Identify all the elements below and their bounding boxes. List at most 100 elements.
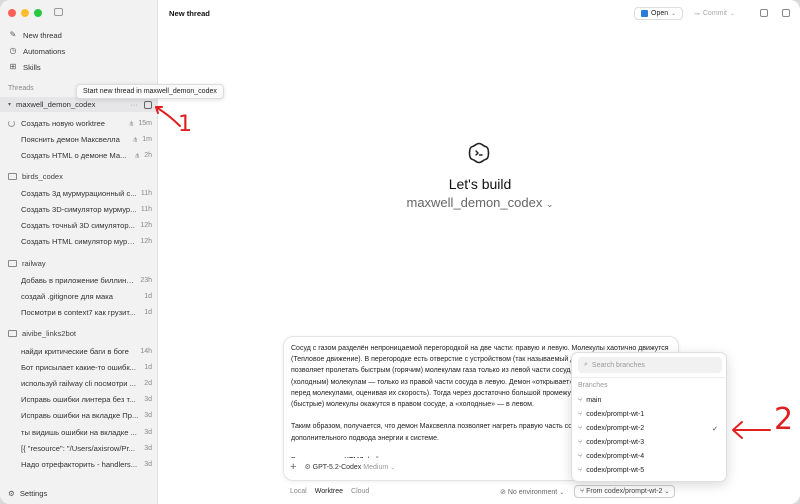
composer-toolbar: + ⚙ GPT-5.2-Codex Medium ⌄ — [290, 461, 395, 473]
tooltip: Start new thread in maxwell_demon_codex — [76, 84, 224, 99]
model-name: GPT-5.2-Codex — [312, 464, 362, 471]
share-icon: ⋔ — [134, 152, 141, 160]
open-in-editor-button[interactable]: Open ⌄ — [634, 7, 684, 20]
thread-age: 12h — [140, 238, 152, 245]
thread-row[interactable]: Создать новую worktree ⋔ 15m — [0, 116, 157, 131]
branch-option[interactable]: ⑂ codex/prompt-wt-4 — [578, 450, 722, 463]
thread-age: 11h — [140, 206, 152, 213]
thread-age: 14h — [140, 348, 152, 355]
branch-selector-label: From codex/prompt-wt-2 — [586, 488, 663, 495]
environment-label: No environment — [507, 489, 558, 496]
branch-selector-button[interactable]: ⑂ From codex/prompt-wt-2 ⌄ — [574, 485, 676, 498]
minimize-window-button[interactable] — [21, 9, 29, 17]
branch-dropdown: ⌕ Search branches Branches ⑂ main ⑂ code… — [571, 352, 728, 482]
thread-row[interactable]: Создать HTML о демоне Ма... ⋔ 2h — [0, 148, 157, 163]
thread-title: Создать 3D-симулятор мурмур... — [21, 205, 137, 214]
chevron-down-icon: ⌄ — [545, 199, 554, 209]
thread-age: 3d — [144, 445, 152, 452]
thread-row[interactable]: Пояснить демон Максвелла ⋔ 1m — [0, 132, 157, 147]
folder-icon — [8, 330, 17, 337]
thread-row[interactable]: Создать 3D-симулятор мурмур... 11h — [0, 202, 157, 217]
branches-label: Branches — [578, 382, 608, 389]
terminal-toggle-icon[interactable] — [760, 9, 768, 17]
branch-option[interactable]: ⑂ codex/prompt-wt-5 — [578, 464, 722, 477]
hero-heading: Let's build — [448, 176, 512, 192]
settings-label: Settings — [19, 489, 48, 498]
project-selector[interactable]: maxwell_demon_codex ⌄ — [380, 195, 580, 210]
thread-row[interactable]: найди критические баги в боге 14h — [0, 344, 157, 359]
commit-button[interactable]: ⊸ Commit ⌄ — [688, 7, 741, 20]
project-row-railway[interactable]: railway — [8, 257, 46, 270]
thread-row[interactable]: Надо отрефакторить - handlers... 3d — [0, 457, 157, 472]
branch-icon: ⑂ — [578, 453, 583, 460]
thread-row[interactable]: [{ "resource": "/Users/axisrow/Pr... 3d — [0, 441, 157, 456]
thread-row[interactable]: Исправь ошибки на вкладке Пр... 3d — [0, 408, 157, 423]
thread-age: 1d — [144, 309, 152, 316]
branch-icon: ⑂ — [578, 439, 583, 446]
close-window-button[interactable] — [8, 9, 16, 17]
project-row-aivibe[interactable]: aivibe_links2bot — [8, 327, 76, 340]
branch-name: codex/prompt-wt-3 — [586, 439, 645, 446]
thread-row[interactable]: используй railway cli посмотри ... 2d — [0, 376, 157, 391]
nav-skills[interactable]: ⊞ Skills — [0, 59, 157, 75]
folder-icon — [8, 260, 17, 267]
more-icon[interactable]: ··· — [130, 100, 138, 109]
chevron-down-icon: ▾ — [8, 102, 12, 108]
sidebar-nav: ✎ New thread ◷ Automations ⊞ Skills — [0, 27, 157, 75]
branch-option[interactable]: ⑂ main — [578, 394, 722, 407]
thread-row[interactable]: ты видишь ошибки на вкладке ... 3d — [0, 425, 157, 440]
run-mode-tabs: Local Worktree Cloud — [290, 488, 369, 495]
thread-title: Создать новую worktree — [21, 119, 105, 128]
thread-row[interactable]: Бот присылает какие-то ошибк... 1d — [0, 360, 157, 375]
thread-title: Пояснить демон Максвелла — [21, 135, 120, 144]
branch-search-input[interactable]: ⌕ Search branches — [578, 357, 722, 373]
thread-age: 23h — [140, 277, 152, 284]
thread-title: [{ "resource": "/Users/axisrow/Pr... — [21, 444, 136, 453]
nav-new-thread[interactable]: ✎ New thread — [0, 27, 157, 43]
project-name: railway — [22, 259, 46, 268]
branch-option[interactable]: ⑂ codex/prompt-wt-3 — [578, 436, 722, 449]
vscode-icon — [641, 10, 648, 17]
thread-age: 2h — [144, 152, 152, 159]
branch-option-selected[interactable]: ⑂ codex/prompt-wt-2 ✓ — [578, 422, 722, 435]
settings-button[interactable]: ⚙ Settings — [8, 489, 47, 498]
attach-button[interactable]: + — [290, 461, 296, 473]
folder-icon — [8, 173, 17, 180]
thread-age: 1d — [144, 293, 152, 300]
share-icon: ⋔ — [128, 120, 135, 128]
thread-title: Создать 3д мурмурационный с... — [21, 189, 137, 198]
thread-row[interactable]: Добавь в приложение биллинг ... 23h — [0, 273, 157, 288]
annotation-arrow-1 — [155, 106, 181, 127]
thread-row[interactable]: Создать 3д мурмурационный с... 11h — [0, 186, 157, 201]
project-row-maxwell[interactable]: ▾ maxwell_demon_codex ··· — [0, 97, 157, 112]
sidebar: ✎ New thread ◷ Automations ⊞ Skills Thre… — [0, 0, 158, 504]
thread-age: 3d — [144, 461, 152, 468]
branch-name: codex/prompt-wt-4 — [586, 453, 645, 460]
gear-icon: ⚙ — [304, 464, 311, 471]
thread-row[interactable]: создай .gitignore для мака 1d — [0, 289, 157, 304]
nav-automations[interactable]: ◷ Automations — [0, 43, 157, 59]
tab-worktree[interactable]: Worktree — [315, 488, 343, 495]
divider — [572, 377, 728, 378]
panel-toggle-icon[interactable] — [782, 9, 790, 17]
thread-title: Надо отрефакторить - handlers... — [21, 460, 138, 469]
model-selector[interactable]: ⚙ GPT-5.2-Codex Medium ⌄ — [304, 463, 395, 471]
nav-label: Automations — [23, 46, 66, 56]
thread-row[interactable]: Создать точный 3D симулятор... 12h — [0, 218, 157, 233]
branch-name: codex/prompt-wt-5 — [586, 467, 645, 474]
thread-age: 3d — [144, 429, 152, 436]
thread-row[interactable]: Посмотри в context7 как грузит... 1d — [0, 305, 157, 320]
nav-label: Skills — [23, 62, 41, 72]
share-icon: ⋔ — [132, 136, 139, 144]
sidebar-toggle-icon[interactable] — [54, 8, 63, 16]
commit-icon: ⊸ — [694, 10, 700, 18]
zoom-window-button[interactable] — [34, 9, 42, 17]
branch-option[interactable]: ⑂ codex/prompt-wt-1 — [578, 408, 722, 421]
thread-row[interactable]: Исправь ошибки линтера без т... 3d — [0, 392, 157, 407]
project-row-birds[interactable]: birds_codex — [8, 170, 63, 183]
thread-row[interactable]: Создать HTML симулятор мурм... 12h — [0, 234, 157, 249]
tab-cloud[interactable]: Cloud — [351, 488, 369, 495]
tab-local[interactable]: Local — [290, 488, 307, 495]
thread-age: 1d — [144, 364, 152, 371]
environment-selector[interactable]: ⊘ No environment ⌄ — [500, 488, 564, 496]
